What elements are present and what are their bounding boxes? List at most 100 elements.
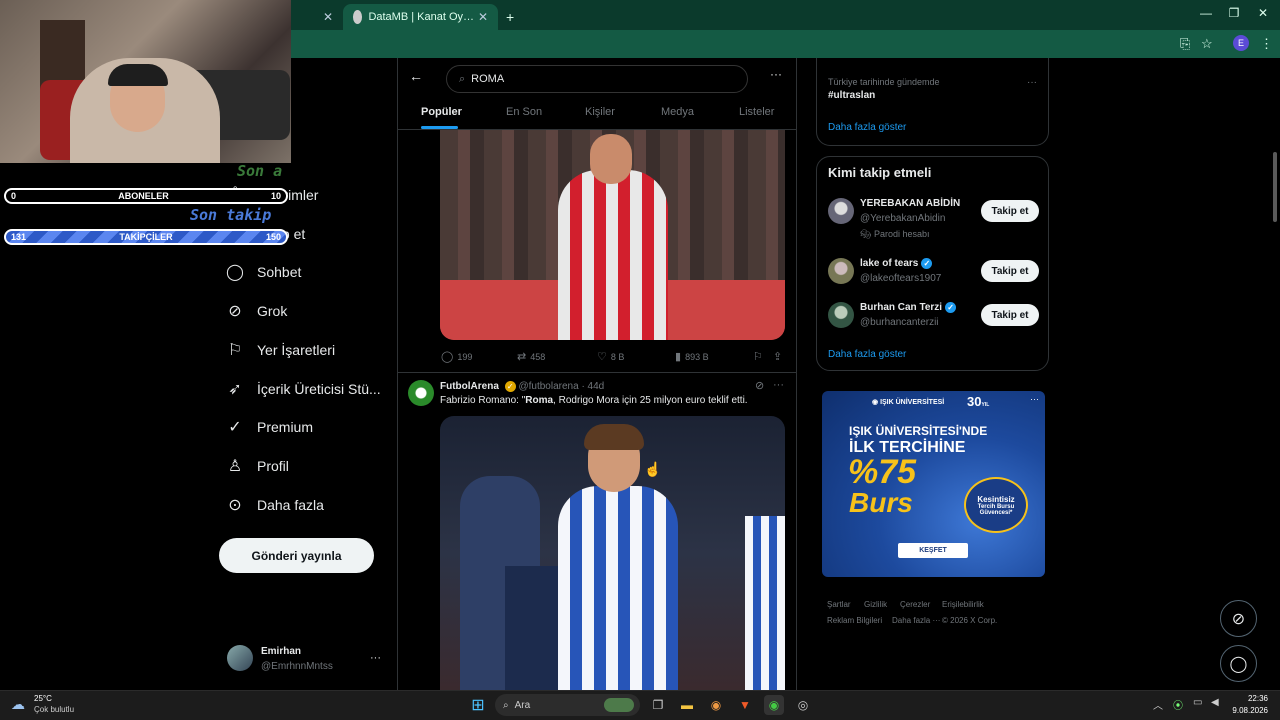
sidebar-item-creator-studio[interactable]: ➶ İçerik Üreticisi Stü...: [225, 374, 380, 404]
footer-link-cookies[interactable]: Çerezler: [900, 600, 930, 609]
taskbar-search[interactable]: ⌕ Ara: [495, 694, 640, 716]
repost-stat[interactable]: ⇄ 458: [517, 350, 545, 363]
search-options-icon[interactable]: ···: [770, 67, 782, 81]
new-tab-button[interactable]: +: [502, 4, 524, 30]
follow-button[interactable]: Takip et: [981, 200, 1039, 222]
back-arrow-icon[interactable]: ←: [409, 68, 423, 84]
bookmark-post-icon[interactable]: ⚐: [753, 350, 767, 363]
minimize-icon[interactable]: —: [1196, 6, 1216, 20]
follow-user-name-row[interactable]: Burhan Can Terzi ✓: [860, 302, 957, 313]
show-more-link[interactable]: Daha fazla göster: [828, 349, 906, 360]
chrome-icon[interactable]: ◉: [706, 695, 726, 715]
scrollbar-thumb[interactable]: [1273, 152, 1277, 222]
views-icon: ▮: [675, 351, 682, 363]
weather-desc[interactable]: Çok bulutlu: [34, 705, 74, 714]
trend-tag[interactable]: #ultraslan: [828, 90, 875, 101]
tab-people[interactable]: Kişiler: [585, 106, 615, 118]
follow-user-name-row[interactable]: lake of tears ✓: [860, 258, 933, 269]
bookmark-star-icon[interactable]: ☆: [1201, 36, 1213, 52]
window-close-icon[interactable]: ✕: [1253, 6, 1273, 20]
content-tabs: Popüler En Son Kişiler Medya Listeler: [398, 98, 796, 130]
footer-link-more[interactable]: Daha fazla ···: [892, 616, 940, 625]
share-icon[interactable]: ⇪: [773, 350, 786, 363]
follow-user-handle: @burhancanterzii: [860, 317, 939, 328]
close-tab-icon[interactable]: ✕: [478, 10, 488, 24]
file-explorer-icon[interactable]: ▬: [677, 695, 697, 715]
player-background-number: [505, 566, 565, 690]
avatar[interactable]: [828, 198, 854, 224]
obs-icon[interactable]: ◎: [793, 695, 813, 715]
windows-start-icon[interactable]: ⊞: [468, 695, 488, 715]
tab-latest[interactable]: En Son: [506, 106, 542, 118]
trend-more-icon[interactable]: ···: [1027, 77, 1037, 88]
follow-button[interactable]: Takip et: [981, 304, 1039, 326]
followers-current: 131: [11, 232, 27, 242]
repost-icon: ⇄: [517, 351, 527, 363]
footer-link-accessibility[interactable]: Erişilebilirlik: [942, 600, 984, 609]
follow-user-name[interactable]: Burhan Can Terzi: [860, 302, 942, 313]
post-time[interactable]: · 44d: [581, 381, 604, 392]
more-icon: ⊙: [228, 497, 242, 514]
sidebar-item-more[interactable]: ⊙ Daha fazla: [225, 490, 324, 520]
ad-cta-button[interactable]: KEŞFET: [898, 543, 968, 558]
post-media-image[interactable]: [440, 130, 785, 340]
follow-user-name[interactable]: lake of tears: [860, 258, 918, 269]
browser-menu-icon[interactable]: ⋮: [1260, 36, 1273, 52]
install-app-icon[interactable]: ⎘: [1180, 36, 1190, 52]
footer-link-terms[interactable]: Şartlar: [827, 600, 851, 609]
like-stat[interactable]: ♡ 8 B: [597, 350, 624, 363]
follow-user-name[interactable]: YEREBAKAN ABİDİN: [860, 198, 960, 209]
account-menu-icon[interactable]: ···: [370, 652, 381, 664]
chrome-active-icon[interactable]: ◉: [764, 695, 784, 715]
views-stat[interactable]: ▮ 893 B: [675, 350, 709, 363]
windows-taskbar: [0, 690, 1280, 720]
premium-icon: ✓: [228, 419, 242, 436]
post-button[interactable]: Gönderi yayınla: [219, 538, 374, 573]
chat-floating-button[interactable]: ◯: [1220, 645, 1257, 682]
account-name[interactable]: Emirhan: [261, 646, 301, 657]
avatar[interactable]: [828, 258, 854, 284]
sidebar-item-profile[interactable]: ♙ Profil: [225, 451, 289, 481]
tab-popular[interactable]: Popüler: [421, 106, 462, 118]
follow-button[interactable]: Takip et: [981, 260, 1039, 282]
post-media-image[interactable]: [440, 416, 785, 690]
close-tab-icon[interactable]: ✕: [323, 10, 333, 24]
footer-link-ads-info[interactable]: Reklam Bilgileri: [827, 616, 882, 625]
tray-chevron-icon[interactable]: ︿: [1153, 697, 1163, 712]
task-view-icon[interactable]: ❐: [648, 695, 668, 715]
chat-icon: ◯: [226, 264, 244, 281]
clock-date[interactable]: 9.08.2026: [1226, 706, 1268, 715]
grok-post-icon[interactable]: ⊘: [755, 379, 764, 392]
browser-tab-inactive[interactable]: ✕: [295, 4, 343, 30]
maximize-icon[interactable]: ❐: [1224, 6, 1244, 20]
volume-icon[interactable]: ◀: [1211, 697, 1219, 708]
sidebar-item-chat[interactable]: ◯ Sohbet: [225, 257, 301, 287]
reply-stat[interactable]: ◯ 199: [441, 350, 472, 363]
post-handle[interactable]: @futbolarena: [518, 381, 578, 392]
post-author[interactable]: FutbolArena: [440, 381, 499, 392]
footer-link-privacy[interactable]: Gizlilik: [864, 600, 887, 609]
avatar[interactable]: [408, 380, 434, 406]
weather-temp[interactable]: 25°C: [34, 694, 52, 703]
sidebar-item-premium[interactable]: ✓ Premium: [225, 412, 313, 442]
profile-avatar[interactable]: E: [1233, 35, 1249, 51]
brave-icon[interactable]: ▼: [735, 695, 755, 715]
search-input[interactable]: ⌕ ROMA: [446, 65, 748, 93]
search-icon: ⌕: [503, 699, 509, 711]
network-icon[interactable]: ▭: [1193, 697, 1202, 708]
sidebar-item-grok[interactable]: ⊘ Grok: [225, 296, 287, 326]
grok-floating-button[interactable]: ⊘: [1220, 600, 1257, 637]
avatar[interactable]: [227, 645, 253, 671]
microphone-icon[interactable]: ⦿: [1173, 697, 1183, 712]
advertisement-banner[interactable]: ◉ IŞIK ÜNİVERSİTESİ 30YIL ··· IŞIK ÜNİVE…: [822, 391, 1045, 577]
ad-more-icon[interactable]: ···: [1030, 394, 1039, 404]
tab-media[interactable]: Medya: [661, 106, 694, 118]
show-more-link[interactable]: Daha fazla göster: [828, 122, 906, 133]
browser-tab-active[interactable]: DataMB | Kanat Oyuncularını K... ✕: [343, 4, 498, 30]
sidebar-item-bookmarks[interactable]: ⚐ Yer İşaretleri: [225, 335, 335, 365]
grok-icon: ⊘: [228, 303, 242, 320]
clock-time[interactable]: 22:36: [1230, 694, 1268, 703]
avatar[interactable]: [828, 302, 854, 328]
tab-lists[interactable]: Listeler: [739, 106, 774, 118]
post-more-icon[interactable]: ···: [773, 379, 784, 391]
